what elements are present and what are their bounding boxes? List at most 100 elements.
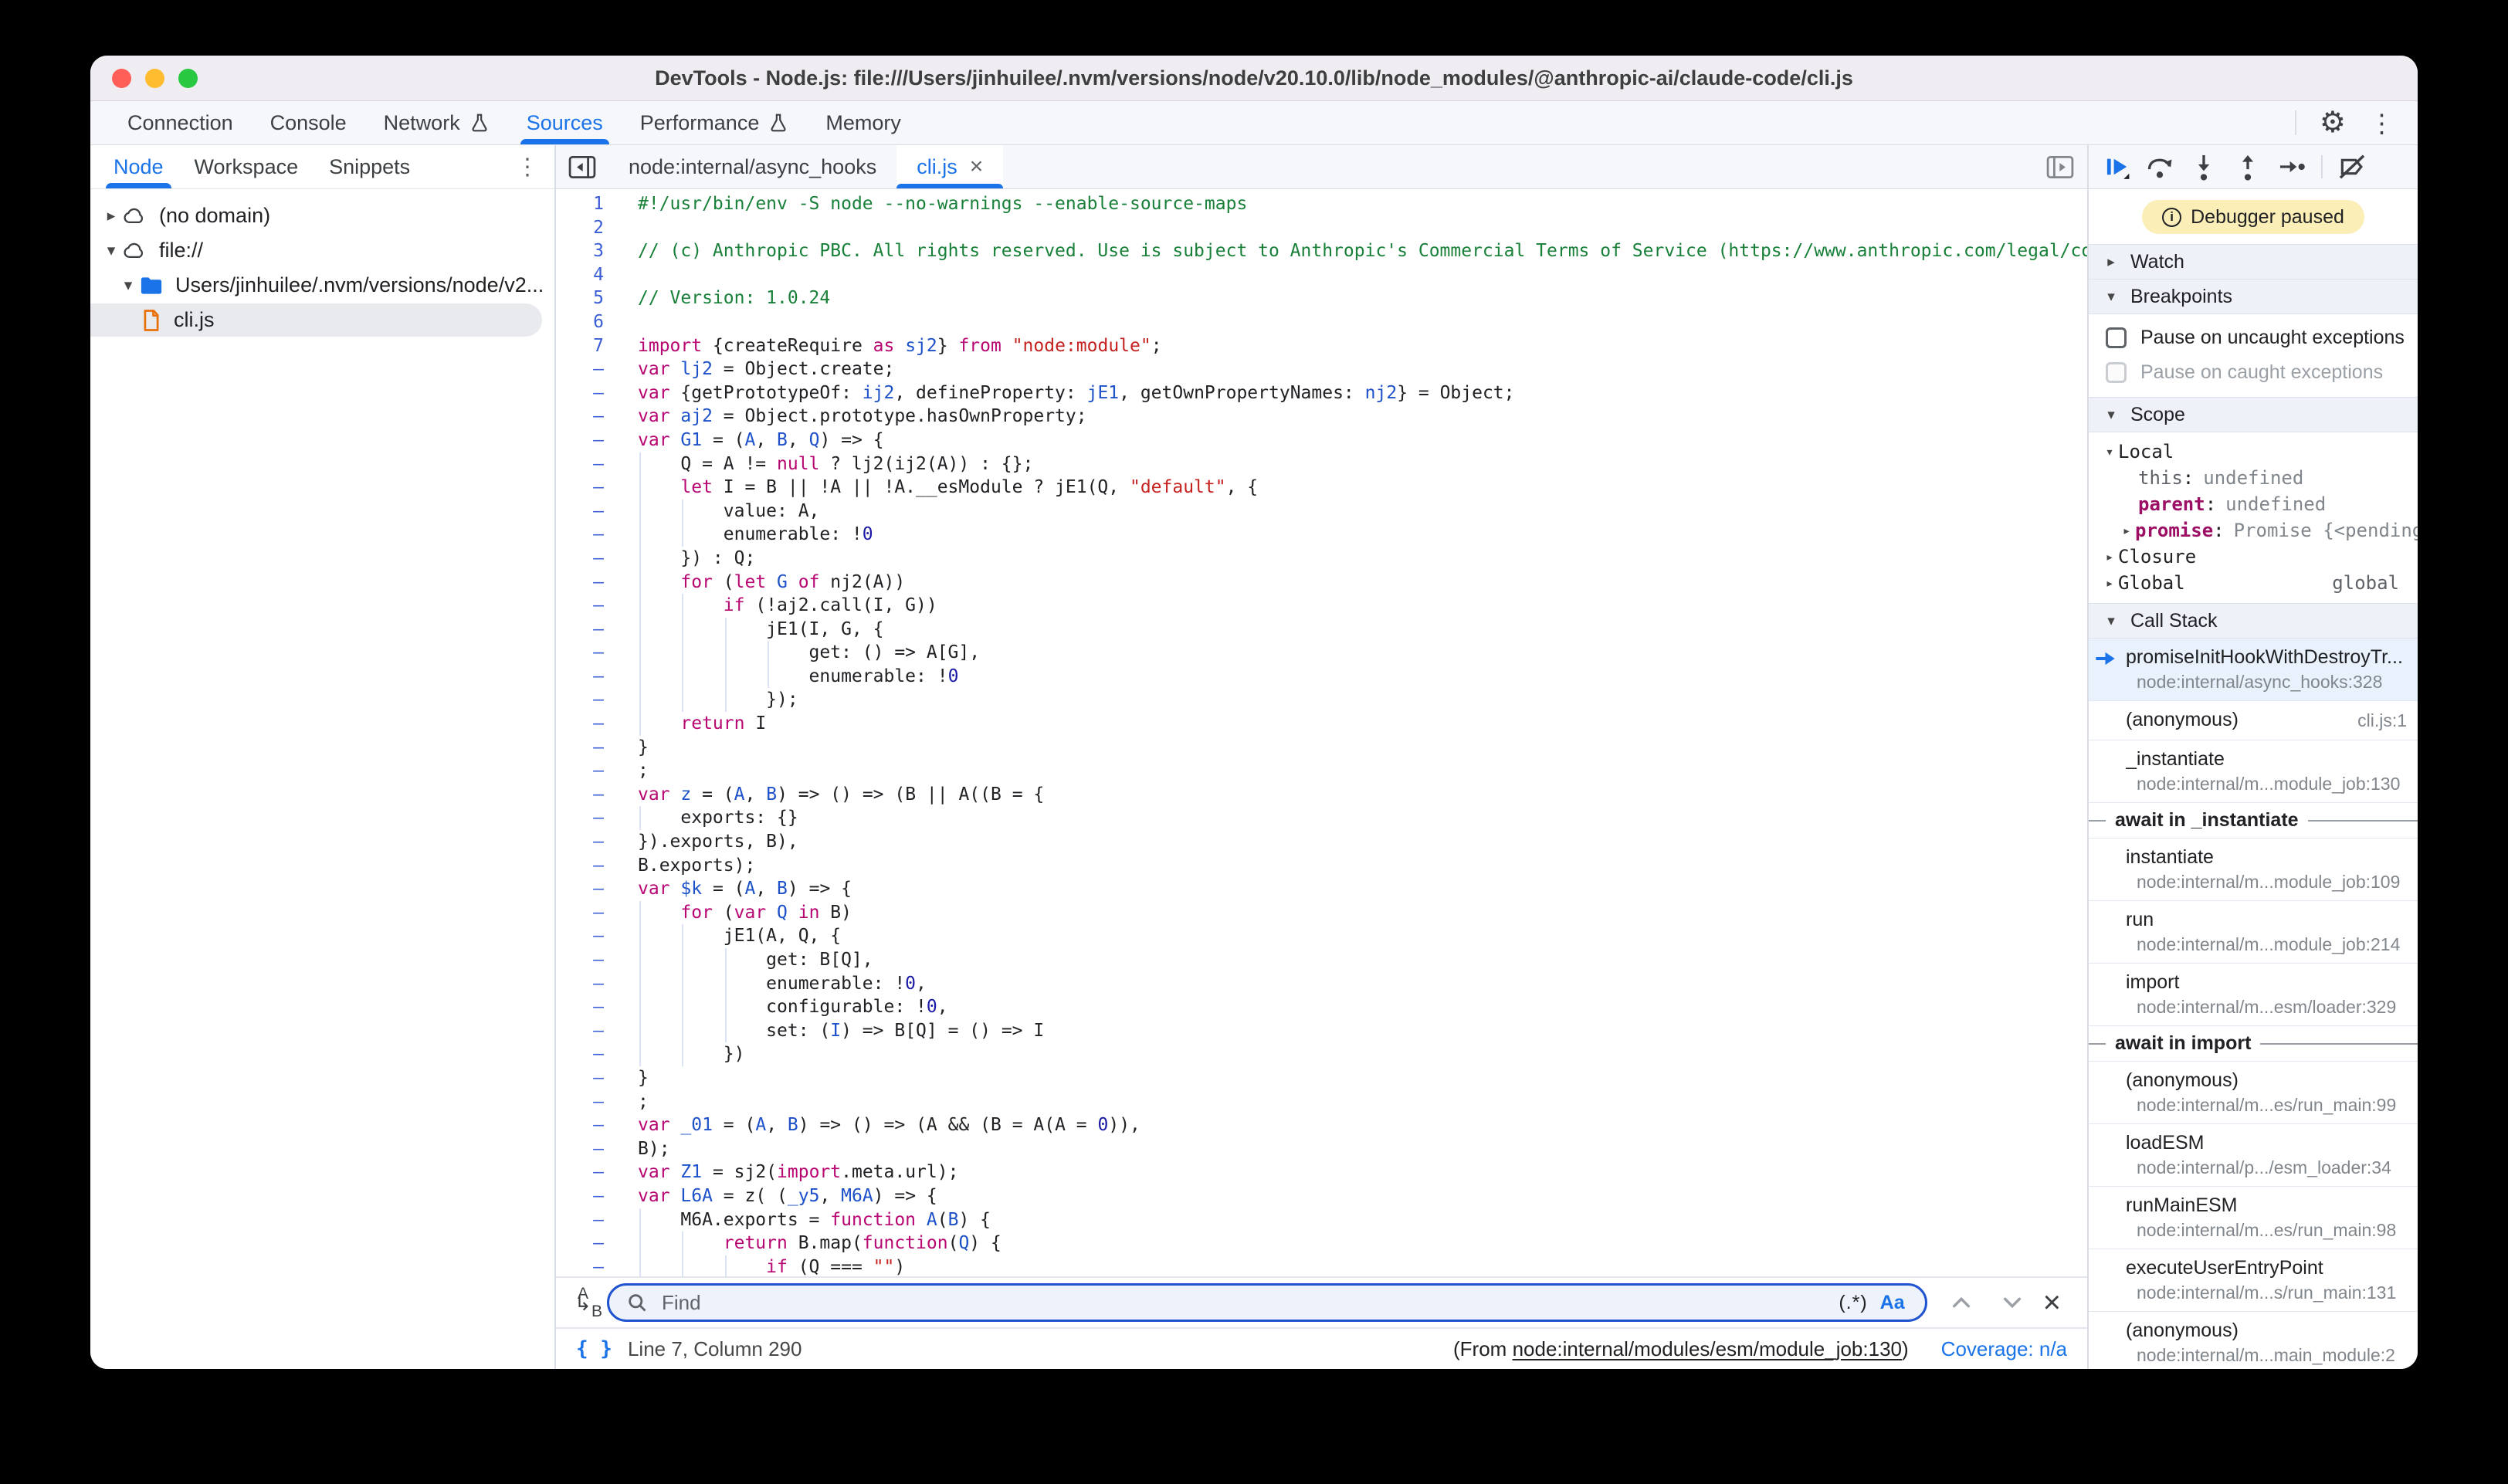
code-line-content[interactable]: var Z1 = sj2(import.meta.url); <box>624 1160 2087 1184</box>
find-next-chevron-icon[interactable] <box>2000 1290 2025 1315</box>
line-number[interactable]: – <box>556 877 624 901</box>
line-number[interactable]: – <box>556 618 624 642</box>
call-stack-frame[interactable]: instantiatenode:internal/m...module_job:… <box>2089 839 2418 901</box>
tab-connection[interactable]: Connection <box>109 101 252 144</box>
chevron-right-icon[interactable]: ▸ <box>2118 523 2135 539</box>
line-number[interactable]: – <box>556 948 624 972</box>
code-line-content[interactable]: // (c) Anthropic PBC. All rights reserve… <box>624 239 2087 263</box>
code-line-content[interactable]: value: A, <box>624 500 2087 523</box>
chevron-down-icon[interactable]: ▾ <box>100 241 123 260</box>
code-line-content[interactable]: var z = (A, B) => () => (B || A((B = { <box>624 783 2087 807</box>
code-line-content[interactable]: enumerable: !0 <box>624 665 2087 689</box>
step-over-icon[interactable] <box>2145 152 2174 181</box>
minimize-window-button[interactable] <box>145 69 164 88</box>
tab-console[interactable]: Console <box>252 101 365 144</box>
tree-item--no-domain-[interactable]: ▸(no domain) <box>90 198 554 233</box>
line-number[interactable]: – <box>556 736 624 760</box>
line-number[interactable]: – <box>556 1066 624 1090</box>
tree-item-file-[interactable]: ▾file:// <box>90 233 554 268</box>
tree-item-cli-js[interactable]: cli.js <box>90 303 554 337</box>
step-out-icon[interactable] <box>2233 152 2262 181</box>
section-call-stack[interactable]: ▾ Call Stack <box>2089 603 2418 639</box>
match-case-toggle[interactable]: Aa <box>1880 1292 1908 1314</box>
code-line-content[interactable]: set: (I) => B[Q] = () => I <box>624 1019 2087 1043</box>
code-line-content[interactable]: var {getPrototypeOf: ij2, defineProperty… <box>624 381 2087 405</box>
code-line-content[interactable]: enumerable: !0 <box>624 523 2087 547</box>
line-number[interactable]: – <box>556 712 624 736</box>
code-line-content[interactable]: var _01 = (A, B) => () => (A && (B = A(A… <box>624 1113 2087 1137</box>
deactivate-breakpoints-icon[interactable] <box>2337 152 2367 181</box>
section-breakpoints[interactable]: ▾ Breakpoints <box>2089 279 2418 314</box>
code-line-content[interactable]: // Version: 1.0.24 <box>624 286 2087 310</box>
code-line-content[interactable]: get: B[Q], <box>624 948 2087 972</box>
call-stack-frame[interactable]: runMainESMnode:internal/m...es/run_main:… <box>2089 1187 2418 1249</box>
code-line-content[interactable]: var G1 = (A, B, Q) => { <box>624 429 2087 452</box>
line-number[interactable]: – <box>556 429 624 452</box>
line-number[interactable]: – <box>556 854 624 878</box>
chevron-down-icon[interactable]: ▾ <box>117 276 140 295</box>
code-line-content[interactable]: if (!aj2.call(I, G)) <box>624 594 2087 618</box>
sidebar-tab-node[interactable]: Node <box>98 145 179 188</box>
line-number[interactable]: – <box>556 641 624 665</box>
line-number[interactable]: – <box>556 1019 624 1043</box>
line-number[interactable]: – <box>556 1232 624 1255</box>
line-number[interactable]: – <box>556 806 624 830</box>
settings-gear-icon[interactable]: ⚙ <box>2320 108 2346 137</box>
code-line-content[interactable]: if (Q === "") <box>624 1255 2087 1276</box>
replace-toggle-icon[interactable]: A↳B <box>571 1284 607 1321</box>
line-number[interactable]: – <box>556 688 624 712</box>
line-number[interactable]: – <box>556 1042 624 1066</box>
code-line-content[interactable]: jE1(I, G, { <box>624 618 2087 642</box>
line-number[interactable]: – <box>556 405 624 429</box>
hide-navigator-icon[interactable] <box>556 145 608 188</box>
find-input[interactable] <box>660 1290 1826 1316</box>
scope-group-closure[interactable]: ▸Closure <box>2089 544 2418 570</box>
regex-toggle[interactable]: (.*) <box>1839 1292 1867 1314</box>
line-number[interactable]: – <box>556 1208 624 1232</box>
editor-tab-cli-js[interactable]: cli.js× <box>896 145 1003 188</box>
code-line-content[interactable]: } <box>624 736 2087 760</box>
line-number[interactable]: 1 <box>556 192 624 216</box>
code-line-content[interactable]: exports: {} <box>624 806 2087 830</box>
code-line-content[interactable]: B.exports); <box>624 854 2087 878</box>
line-number[interactable]: – <box>556 924 624 948</box>
line-number[interactable]: 6 <box>556 310 624 334</box>
chevron-down-icon[interactable]: ▾ <box>2101 444 2118 460</box>
tab-memory[interactable]: Memory <box>807 101 920 144</box>
call-stack-frame[interactable]: executeUserEntryPointnode:internal/m...s… <box>2089 1249 2418 1312</box>
code-line-content[interactable] <box>624 216 2087 240</box>
code-line-content[interactable]: for (let G of nj2(A)) <box>624 571 2087 595</box>
code-line-content[interactable]: }).exports, B), <box>624 830 2087 854</box>
line-number[interactable]: – <box>556 665 624 689</box>
scope-group-local[interactable]: ▾Local <box>2089 439 2418 465</box>
code-line-content[interactable]: ; <box>624 759 2087 783</box>
line-number[interactable]: – <box>556 1090 624 1114</box>
line-number[interactable]: – <box>556 547 624 571</box>
line-number[interactable]: – <box>556 523 624 547</box>
code-line-content[interactable]: }) <box>624 1042 2087 1066</box>
line-number[interactable]: – <box>556 381 624 405</box>
find-previous-chevron-icon[interactable] <box>1949 1290 1974 1315</box>
resume-icon[interactable] <box>2101 152 2130 181</box>
code-line-content[interactable]: }) : Q; <box>624 547 2087 571</box>
code-line-content[interactable]: let I = B || !A || !A.__esModule ? jE1(Q… <box>624 476 2087 500</box>
code-line-content[interactable]: return I <box>624 712 2087 736</box>
call-stack-frame[interactable]: promiseInitHookWithDestroyTr...node:inte… <box>2089 639 2418 701</box>
editor-tab-node-internal-async-hooks[interactable]: node:internal/async_hooks <box>608 145 896 188</box>
code-line-content[interactable]: Q = A != null ? lj2(ij2(A)) : {}; <box>624 452 2087 476</box>
close-window-button[interactable] <box>112 69 131 88</box>
code-line-content[interactable]: M6A.exports = function A(B) { <box>624 1208 2087 1232</box>
call-stack-frame[interactable]: importnode:internal/m...esm/loader:329 <box>2089 964 2418 1026</box>
scope-group-global[interactable]: ▸Globalglobal <box>2089 570 2418 596</box>
code-line-content[interactable]: var $k = (A, B) => { <box>624 877 2087 901</box>
checkbox[interactable] <box>2106 327 2127 348</box>
sourcemap-origin-link[interactable]: node:internal/modules/esm/module_job:130 <box>1513 1337 1902 1360</box>
code-line-content[interactable]: B); <box>624 1137 2087 1161</box>
tab-network[interactable]: Network <box>365 101 508 144</box>
tab-performance[interactable]: Performance <box>622 101 808 144</box>
code-line-content[interactable]: var aj2 = Object.prototype.hasOwnPropert… <box>624 405 2087 429</box>
line-number[interactable]: – <box>556 594 624 618</box>
line-number[interactable]: 7 <box>556 334 624 358</box>
code-line-content[interactable]: enumerable: !0, <box>624 972 2087 996</box>
scope-entry-this[interactable]: this:undefined <box>2089 465 2418 491</box>
